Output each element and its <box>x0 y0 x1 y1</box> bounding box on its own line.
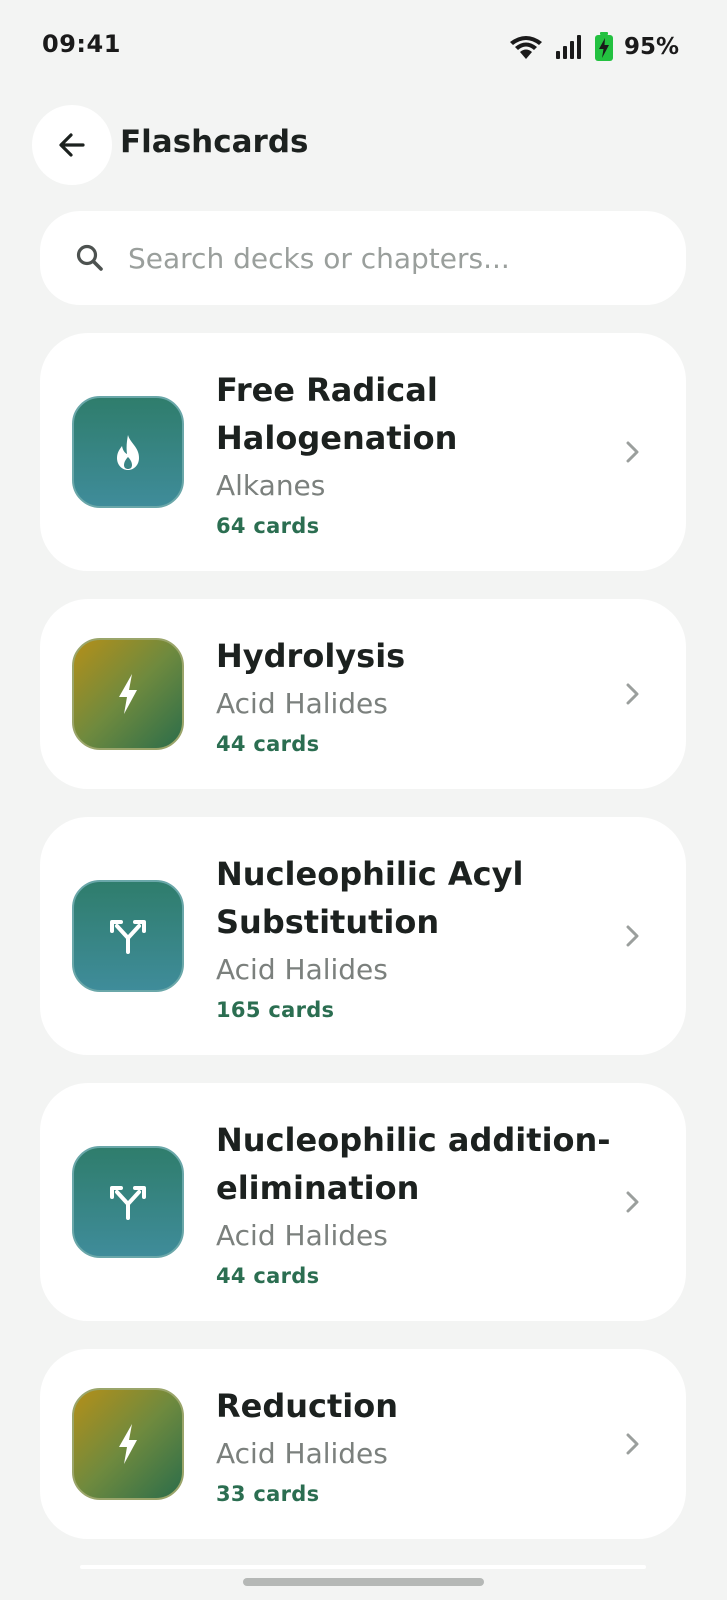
deck-text: Nucleophilic Acyl Substitution Acid Hali… <box>216 850 616 1022</box>
deck-title: Free Radical Halogenation <box>216 371 458 457</box>
deck-title: Hydrolysis <box>216 637 406 675</box>
deck-icon-badge <box>72 396 184 508</box>
deck-chapter: Alkanes <box>216 469 326 502</box>
battery-percent: 95% <box>623 34 679 60</box>
flame-icon <box>117 435 139 470</box>
deck-text: Hydrolysis Acid Halides 44 cards <box>216 632 616 756</box>
deck-card-count: 44 cards <box>216 732 320 756</box>
lightning-icon <box>119 1424 137 1464</box>
deck-icon-badge <box>72 1388 184 1500</box>
deck-card[interactable]: Free Radical Halogenation Alkanes 64 car… <box>40 333 686 571</box>
deck-chapter: Acid Halides <box>216 687 388 720</box>
deck-card[interactable]: Nucleophilic addition-elimination Acid H… <box>40 1083 686 1321</box>
deck-icon-badge <box>72 638 184 750</box>
home-indicator[interactable] <box>243 1578 484 1586</box>
next-deck-card-peek <box>80 1565 646 1569</box>
signal-icon <box>555 35 581 59</box>
arrow-left-icon <box>59 133 85 157</box>
chevron-right-icon <box>626 441 639 463</box>
chevron-right-icon <box>626 683 639 705</box>
battery-charging-icon <box>594 32 613 61</box>
deck-chapter: Acid Halides <box>216 1219 388 1252</box>
split-arrow-icon <box>110 1186 146 1220</box>
deck-card-count: 44 cards <box>216 1264 320 1288</box>
back-button[interactable] <box>32 105 112 185</box>
chevron-right-icon <box>626 1433 639 1455</box>
status-time: 09:41 <box>42 30 121 58</box>
deck-card-count: 33 cards <box>216 1482 320 1506</box>
deck-text: Reduction Acid Halides 33 cards <box>216 1382 616 1506</box>
split-arrow-icon <box>110 920 146 954</box>
deck-chapter: Acid Halides <box>216 1437 388 1470</box>
deck-card-count: 165 cards <box>216 998 335 1022</box>
deck-chapter: Acid Halides <box>216 953 388 986</box>
chevron-right-icon <box>626 1191 639 1213</box>
status-icons: 95% <box>508 30 679 64</box>
deck-icon-badge <box>72 880 184 992</box>
deck-title: Nucleophilic Acyl Substitution <box>216 855 524 941</box>
deck-title: Reduction <box>216 1387 399 1425</box>
deck-text: Nucleophilic addition-elimination Acid H… <box>216 1116 616 1288</box>
page-title: Flashcards <box>120 124 309 160</box>
deck-title: Nucleophilic addition-elimination <box>216 1121 611 1207</box>
deck-card[interactable]: Hydrolysis Acid Halides 44 cards <box>40 599 686 789</box>
flashcards-screen: 09:41 95% Flashcards Search decks or cha… <box>0 0 727 1600</box>
deck-icon-badge <box>72 1146 184 1258</box>
chevron-right-icon <box>626 925 639 947</box>
deck-card[interactable]: Reduction Acid Halides 33 cards <box>40 1349 686 1539</box>
deck-card[interactable]: Nucleophilic Acyl Substitution Acid Hali… <box>40 817 686 1055</box>
lightning-icon <box>119 674 137 714</box>
deck-list: Free Radical Halogenation Alkanes 64 car… <box>40 333 686 1567</box>
deck-card-count: 64 cards <box>216 514 320 538</box>
search-icon <box>76 244 103 271</box>
wifi-icon <box>509 36 542 59</box>
search-input[interactable] <box>128 232 648 284</box>
deck-text: Free Radical Halogenation Alkanes 64 car… <box>216 366 616 538</box>
status-bar: 09:41 95% <box>0 0 727 92</box>
